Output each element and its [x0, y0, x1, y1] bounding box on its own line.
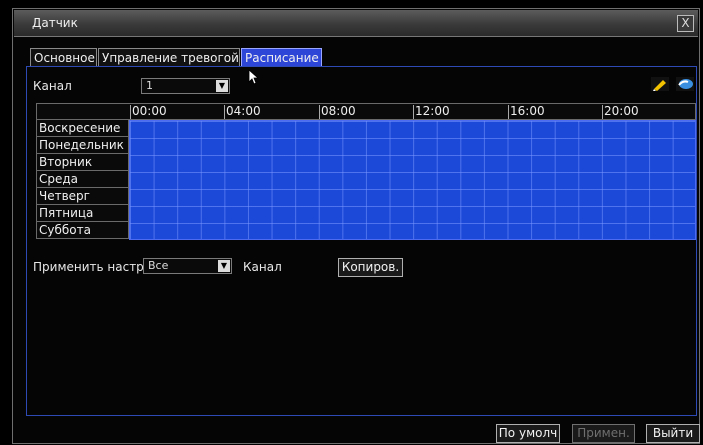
day-label-thursday: Четверг: [36, 188, 129, 205]
tab-main[interactable]: Основное: [30, 48, 97, 66]
chevron-down-icon: ▼: [216, 80, 228, 92]
title-bar: Датчик X: [14, 10, 698, 37]
channel-label: Канал: [33, 79, 72, 93]
day-column: Воскресение Понедельник Вторник Среда Че…: [36, 120, 129, 240]
day-label-tuesday: Вторник: [36, 154, 129, 171]
tab-alarm-control[interactable]: Управление тревогой: [98, 48, 240, 66]
hour-label: 00:00: [130, 104, 167, 119]
mouse-cursor-icon: [248, 69, 260, 85]
hour-label: 20:00: [602, 104, 639, 119]
time-header: 00:00 04:00 08:00 12:00 16:00 20:00: [36, 103, 696, 120]
apply-button[interactable]: Примен.: [572, 424, 635, 443]
exit-button[interactable]: Выйти: [646, 424, 700, 443]
apply-to-select[interactable]: Все ▼: [143, 258, 232, 274]
apply-to-select-value: Все: [148, 259, 169, 272]
chevron-down-icon: ▼: [218, 260, 230, 272]
eraser-icon[interactable]: [676, 77, 694, 91]
channel-select[interactable]: 1 ▼: [141, 78, 230, 94]
apply-channel-label: Канал: [243, 260, 282, 274]
hour-label: 12:00: [413, 104, 450, 119]
channel-select-value: 1: [146, 79, 153, 92]
day-label-saturday: Суббота: [36, 222, 129, 239]
day-label-wednesday: Среда: [36, 171, 129, 188]
tab-schedule[interactable]: Расписание: [241, 48, 322, 66]
hour-label: 16:00: [508, 104, 545, 119]
hour-label: 08:00: [319, 104, 356, 119]
apply-settings-label: Применить настр: [33, 260, 144, 274]
pencil-icon[interactable]: [651, 77, 669, 91]
day-label-monday: Понедельник: [36, 137, 129, 154]
default-button[interactable]: По умолч: [496, 424, 560, 443]
close-button[interactable]: X: [677, 15, 694, 32]
schedule-slots[interactable]: [129, 120, 696, 240]
day-label-sunday: Воскресение: [36, 120, 129, 137]
schedule-grid: 00:00 04:00 08:00 12:00 16:00 20:00 Воск…: [36, 103, 696, 240]
copy-button[interactable]: Копиров.: [338, 258, 403, 277]
hour-label: 04:00: [224, 104, 261, 119]
day-label-friday: Пятница: [36, 205, 129, 222]
window-title: Датчик: [32, 16, 78, 30]
